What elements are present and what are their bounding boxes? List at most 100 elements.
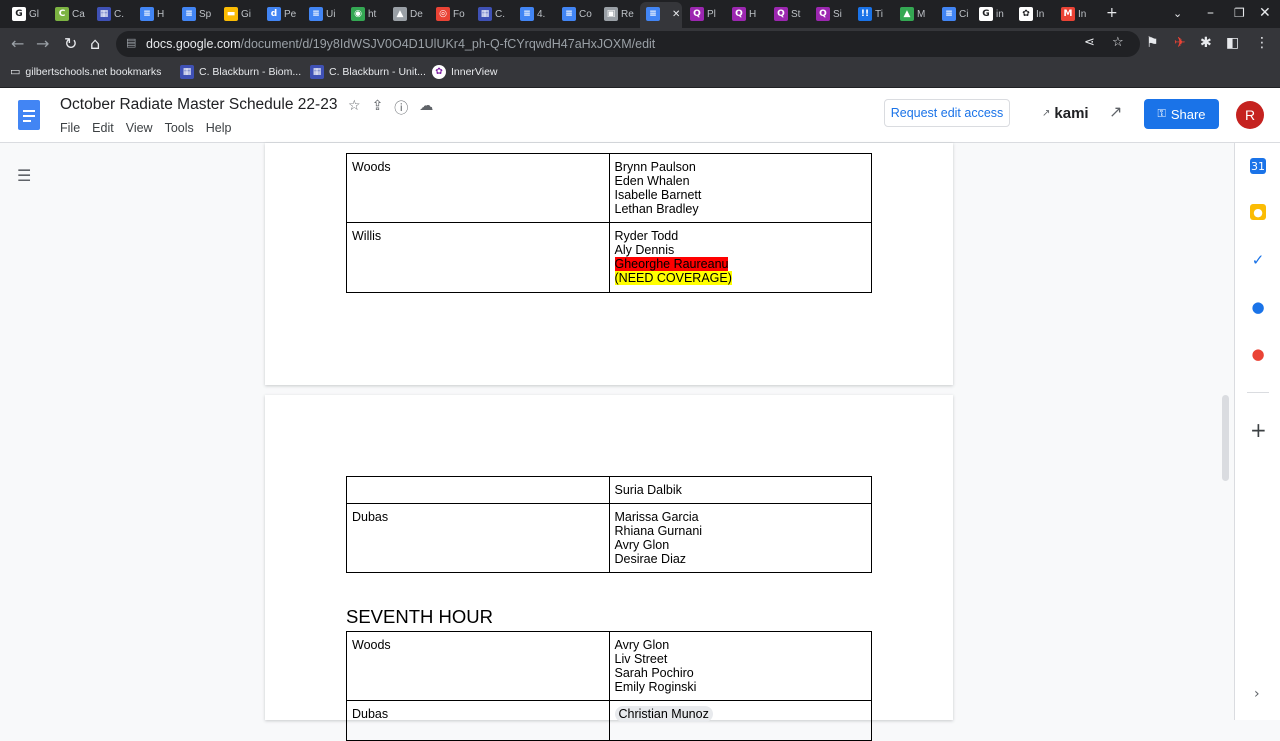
browser-tab[interactable]: ≡ Ci <box>942 4 968 24</box>
menu-view[interactable]: View <box>126 121 153 135</box>
browser-tab[interactable]: C Ca <box>55 4 85 24</box>
star-icon[interactable]: ☆ <box>348 98 361 118</box>
address-bar[interactable]: ▤ docs.google.com/document/d/19y8IdWSJV0… <box>116 31 1140 57</box>
tasks-icon[interactable]: ✓ <box>1250 251 1266 269</box>
students-cell[interactable]: Marissa Garcia Rhiana Gurnani Avry Glon … <box>608 503 872 573</box>
browser-tab[interactable]: Gin <box>979 4 1004 24</box>
restore-button[interactable]: ❐ <box>1234 6 1245 20</box>
browser-tab[interactable]: G Gl <box>12 4 39 24</box>
extension-icon[interactable]: ⚑ <box>1146 35 1159 51</box>
add-on-plus-icon[interactable]: + <box>1250 418 1267 442</box>
browser-tab[interactable]: Q St <box>774 4 800 24</box>
kami-button[interactable]: ↗ kami <box>1042 105 1089 122</box>
table-row: Woods Avry Glon Liv Street Sarah Pochiro… <box>346 631 872 701</box>
bookmark-item[interactable]: ▦ C. Blackburn - Unit... <box>310 65 426 79</box>
share-button[interactable]: ⚿ Share <box>1144 99 1219 129</box>
menu-tools[interactable]: Tools <box>165 121 194 135</box>
cloud-status-icon[interactable]: ☁ <box>419 98 433 118</box>
tab-favicon-icon: ▦ <box>478 7 492 21</box>
info-icon[interactable]: ⓘ <box>394 98 408 118</box>
activity-dashboard-icon[interactable]: ↗ <box>1109 102 1122 121</box>
site-info-icon[interactable]: ▤ <box>126 36 136 49</box>
browser-tab[interactable]: Q Pl <box>690 4 716 24</box>
tab-favicon-icon: ▲ <box>393 7 407 21</box>
document-title[interactable]: October Radiate Master Schedule 22-23 <box>60 96 337 114</box>
request-edit-access-button[interactable]: Request edit access <box>884 99 1010 127</box>
menu-file[interactable]: File <box>60 121 80 135</box>
keep-icon[interactable]: ● <box>1250 204 1266 220</box>
panel-divider <box>1247 392 1269 393</box>
students-cell[interactable]: Avry Glon Liv Street Sarah Pochiro Emily… <box>608 631 872 701</box>
students-cell[interactable]: Christian Munoz <box>608 700 872 741</box>
browser-tab[interactable]: QH <box>732 4 756 24</box>
browser-tab[interactable]: ◉ ht <box>351 4 376 24</box>
students-cell[interactable]: Ryder Todd Aly Dennis Gheorghe Raureanu … <box>608 222 872 293</box>
menu-help[interactable]: Help <box>206 121 232 135</box>
browser-tab[interactable]: ✿ In <box>1019 4 1044 24</box>
close-tab-icon[interactable]: ✕ <box>672 9 680 20</box>
tab-search-icon[interactable]: ⌄ <box>1173 7 1182 20</box>
teacher-cell[interactable]: Woods <box>346 153 610 223</box>
vertical-scrollbar[interactable] <box>1222 395 1229 481</box>
teacher-cell[interactable]: Woods <box>346 631 610 701</box>
expand-panel-icon[interactable]: › <box>1254 686 1260 702</box>
docs-logo-icon[interactable] <box>18 100 40 130</box>
browser-tab[interactable]: ▦ C. <box>478 4 505 24</box>
browser-menu-icon[interactable]: ⋮ <box>1255 35 1269 51</box>
browser-tab[interactable]: ≡ Ui <box>309 4 335 24</box>
browser-tab[interactable]: d Pe <box>267 4 296 24</box>
tab-label: In <box>1036 8 1045 20</box>
browser-tab[interactable]: ▦ C. <box>97 4 124 24</box>
browser-tab[interactable]: ≡ H <box>140 4 164 24</box>
document-outline-icon[interactable]: ☰ <box>17 166 31 185</box>
browser-tab[interactable]: ≡ Co <box>562 4 592 24</box>
back-button[interactable]: ← <box>11 34 24 53</box>
browser-tab[interactable]: Q Si <box>816 4 842 24</box>
students-cell[interactable]: Suria Dalbik <box>608 476 872 504</box>
bookmark-star-icon[interactable]: ☆ <box>1112 35 1124 50</box>
browser-tab[interactable]: ≡ 4. <box>520 4 545 24</box>
share-page-icon[interactable]: ⋖ <box>1084 35 1095 50</box>
close-window-button[interactable]: ✕ <box>1259 5 1271 21</box>
browser-tab[interactable]: ▬ Gi <box>224 4 251 24</box>
table-row: Woods Brynn Paulson Eden Whalen Isabelle… <box>346 153 872 223</box>
browser-tab[interactable]: ▲ M <box>900 4 925 24</box>
tab-label: H <box>157 8 165 20</box>
side-panel-icon[interactable]: ◧ <box>1226 35 1239 51</box>
forward-button[interactable]: → <box>36 34 49 53</box>
browser-tab[interactable]: ◎ Fo <box>436 4 465 24</box>
bookmark-item[interactable]: ▦ C. Blackburn - Biom... <box>180 65 301 79</box>
contacts-icon[interactable]: ● <box>1250 298 1266 316</box>
move-icon[interactable]: ⇪ <box>372 98 384 118</box>
extensions-puzzle-icon[interactable]: ✱ <box>1200 35 1212 51</box>
minimize-button[interactable]: – <box>1207 5 1214 21</box>
browser-tab[interactable]: ≡ ✕ <box>646 4 680 24</box>
teacher-cell[interactable]: Dubas <box>346 700 610 741</box>
teacher-cell[interactable] <box>346 476 610 504</box>
tab-label: Fo <box>453 8 465 20</box>
menu-edit[interactable]: Edit <box>92 121 114 135</box>
tab-favicon-icon: M <box>1061 7 1075 21</box>
teacher-cell[interactable]: Dubas <box>346 503 610 573</box>
browser-tab[interactable]: !! Ti <box>858 4 883 24</box>
browser-tab[interactable]: ≡ Sp <box>182 4 211 24</box>
calendar-icon[interactable]: 31 <box>1250 158 1266 174</box>
tab-favicon-icon: ≡ <box>562 7 576 21</box>
home-button[interactable]: ⌂ <box>90 34 100 53</box>
bookmark-folder[interactable]: ▭ gilbertschools.net bookmarks <box>10 65 161 78</box>
browser-tab[interactable]: ▲ De <box>393 4 423 24</box>
bookmark-item[interactable]: ✿ InnerView <box>432 65 498 79</box>
tab-strip: G Gl C Ca ▦ C. ≡ H ≡ Sp ▬ Gi d Pe ≡ Ui ◉ ht ▲ De ◎ Fo ▦ C. ≡ 4. ≡ C… <box>0 0 1280 28</box>
tab-label: Pe <box>284 8 297 20</box>
browser-tab[interactable]: ▣ Re <box>604 4 634 24</box>
new-tab-button[interactable]: + <box>1106 5 1118 21</box>
maps-icon[interactable]: ● <box>1250 345 1266 363</box>
tab-favicon-icon: Q <box>816 7 830 21</box>
tab-favicon-icon: G <box>12 7 26 21</box>
extension-badge-icon[interactable]: ✈ <box>1174 35 1186 51</box>
avatar[interactable]: R <box>1236 101 1264 129</box>
students-cell[interactable]: Brynn Paulson Eden Whalen Isabelle Barne… <box>608 153 872 223</box>
reload-button[interactable]: ↻ <box>64 34 77 53</box>
teacher-cell[interactable]: Willis <box>346 222 610 293</box>
browser-tab[interactable]: M In <box>1061 4 1086 24</box>
